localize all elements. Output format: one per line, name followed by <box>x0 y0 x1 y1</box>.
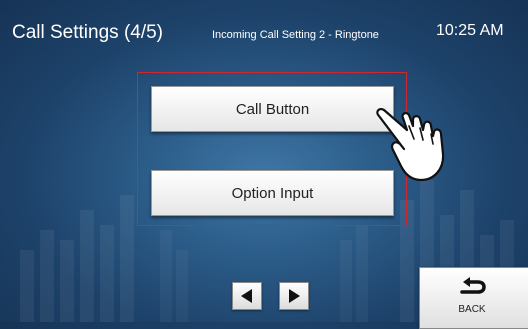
triangle-left-icon <box>241 289 252 303</box>
page-subtitle: Incoming Call Setting 2 - Ringtone <box>212 29 379 41</box>
page-title: Call Settings (4/5) <box>12 22 164 43</box>
triangle-right-icon <box>289 289 300 303</box>
previous-page-button[interactable] <box>232 282 262 310</box>
back-label: BACK <box>458 304 486 315</box>
next-page-button[interactable] <box>279 282 309 310</box>
option-input-button[interactable]: Option Input <box>151 170 394 216</box>
back-button[interactable]: BACK <box>419 267 528 329</box>
return-arrow-icon <box>460 277 486 294</box>
clock-time: 10:25 AM <box>436 22 504 39</box>
call-button[interactable]: Call Button <box>151 86 394 132</box>
pointing-hand-icon <box>376 108 445 182</box>
